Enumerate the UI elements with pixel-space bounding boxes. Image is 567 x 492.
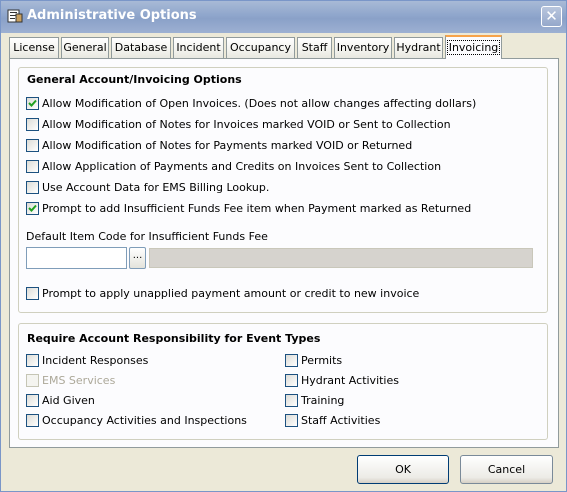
checkbox-box (285, 374, 298, 387)
tab-occupancy[interactable]: Occupancy (226, 37, 295, 58)
cancel-button[interactable]: Cancel (460, 455, 553, 484)
checkbox-box (26, 139, 39, 152)
window-title: Administrative Options (27, 8, 197, 23)
checkbox-box (26, 160, 39, 173)
tab-staff[interactable]: Staff (297, 37, 332, 58)
item-description-field (149, 248, 533, 268)
checkbox-box (285, 394, 298, 407)
general-options-title: General Account/Invoicing Options (27, 73, 242, 86)
tab-incident[interactable]: Incident (173, 37, 224, 58)
checkbox-box (26, 118, 39, 131)
checkbox-box (26, 97, 39, 110)
checkbox-box (26, 354, 39, 367)
tab-hydrant[interactable]: Hydrant (394, 37, 443, 58)
administrative-options-dialog: Administrative Options ✕ License General… (0, 0, 567, 492)
checkmark-icon (28, 204, 37, 212)
checkbox-box (26, 414, 39, 427)
title-bar[interactable]: Administrative Options ✕ (1, 1, 566, 33)
close-button[interactable]: ✕ (541, 6, 562, 27)
tab-license[interactable]: License (9, 37, 59, 58)
browse-item-button[interactable]: ... (129, 247, 146, 269)
general-options-group: General Account/Invoicing Options Allow … (18, 67, 548, 313)
tab-invoicing[interactable]: Invoicing (445, 35, 502, 59)
close-icon: ✕ (545, 7, 558, 25)
checkbox-box (285, 414, 298, 427)
responsibility-title: Require Account Responsibility for Event… (27, 332, 321, 345)
default-item-code-label: Default Item Code for Insufficient Funds… (26, 230, 268, 243)
checkbox-box (26, 374, 39, 387)
checkmark-icon (28, 99, 37, 107)
ok-button[interactable]: OK (357, 455, 449, 484)
checkbox-box (285, 354, 298, 367)
checkbox-box (26, 202, 39, 215)
app-icon (7, 9, 23, 23)
checkbox-box (26, 287, 39, 300)
default-item-code-input[interactable] (26, 247, 127, 269)
checkbox-box (26, 181, 39, 194)
checkbox-box (26, 394, 39, 407)
tab-general[interactable]: General (61, 37, 109, 58)
invoicing-tab-panel: General Account/Invoicing Options Allow … (9, 58, 559, 448)
tab-inventory[interactable]: Inventory (334, 37, 392, 58)
tab-database[interactable]: Database (111, 37, 171, 58)
responsibility-group: Require Account Responsibility for Event… (18, 323, 548, 440)
